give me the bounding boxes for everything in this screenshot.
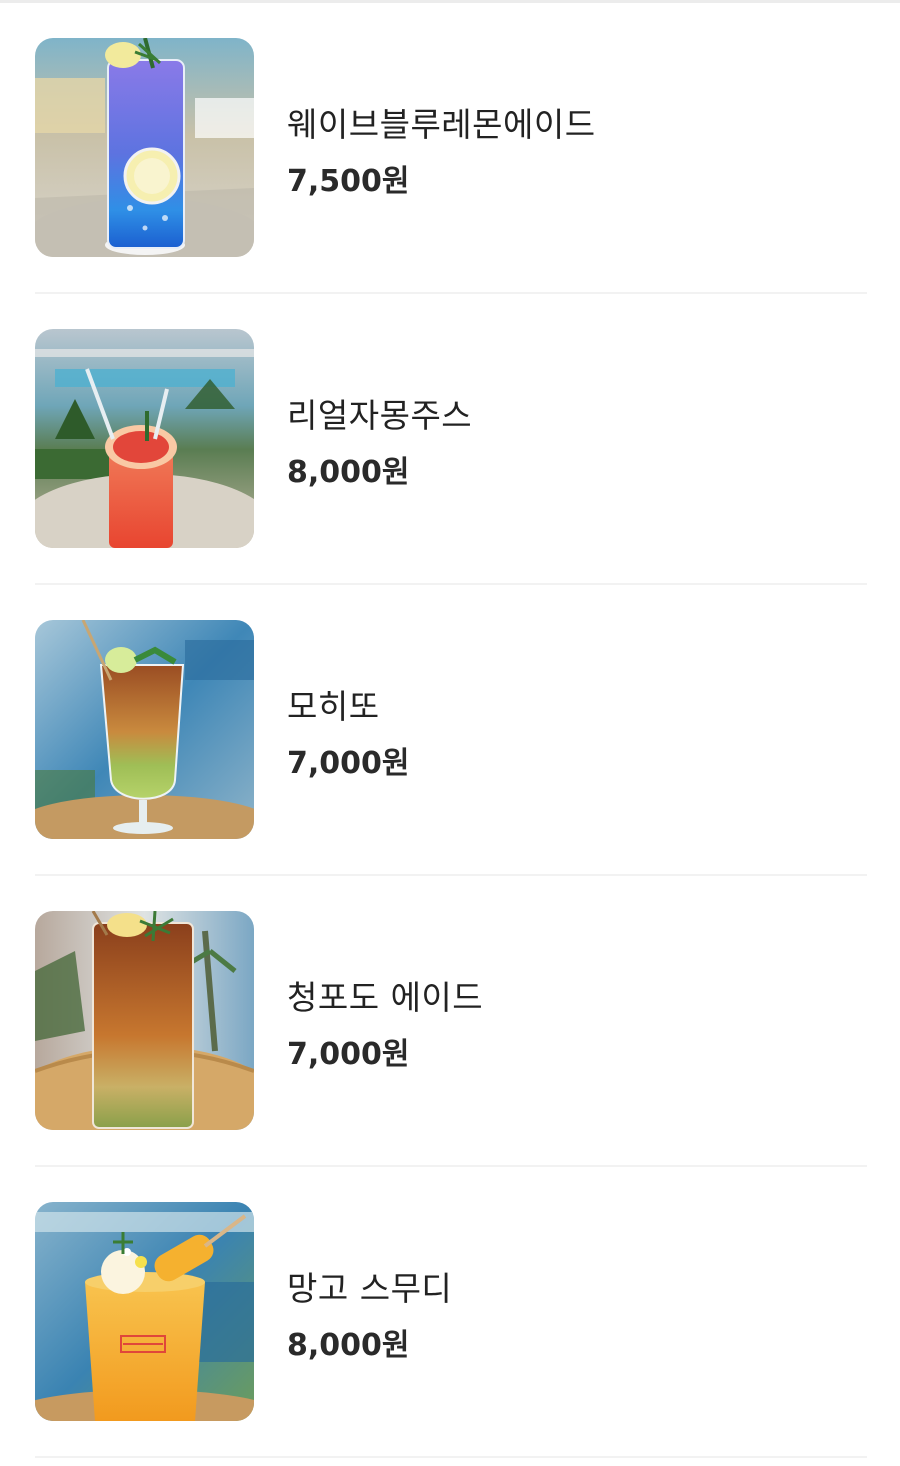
menu-item[interactable]: 청포도 에이드 7,000원 [0,876,900,1167]
blue-lemonade-drink-photo [35,38,254,257]
menu-item-name: 리얼자몽주스 [287,396,473,435]
grapefruit-juice-drink-photo [35,329,254,548]
mojito-drink-photo [35,620,254,839]
menu-item-price: 8,000원 [287,1328,410,1363]
menu-item[interactable]: 망고 스무디 8,000원 [0,1167,900,1458]
menu-item[interactable]: 리얼자몽주스 8,000원 [0,294,900,585]
menu-item-name: 모히또 [287,687,380,726]
menu-item-name: 망고 스무디 [287,1269,453,1308]
menu-item-price: 8,000원 [287,455,410,490]
mango-smoothie-drink-photo [35,1202,254,1421]
menu-item-price: 7,000원 [287,1037,410,1072]
menu-item-price: 7,000원 [287,746,410,781]
menu-list: 웨이브블루레몬에이드 7,500원 리얼자몽주스 8,000원 모히또 7,00… [0,3,900,1458]
menu-item-name: 웨이브블루레몬에이드 [287,105,596,144]
menu-item-name: 청포도 에이드 [287,978,484,1017]
menu-item[interactable]: 모히또 7,000원 [0,585,900,876]
green-grape-ade-drink-photo [35,911,254,1130]
menu-item[interactable]: 웨이브블루레몬에이드 7,500원 [0,3,900,294]
menu-item-price: 7,500원 [287,164,410,199]
